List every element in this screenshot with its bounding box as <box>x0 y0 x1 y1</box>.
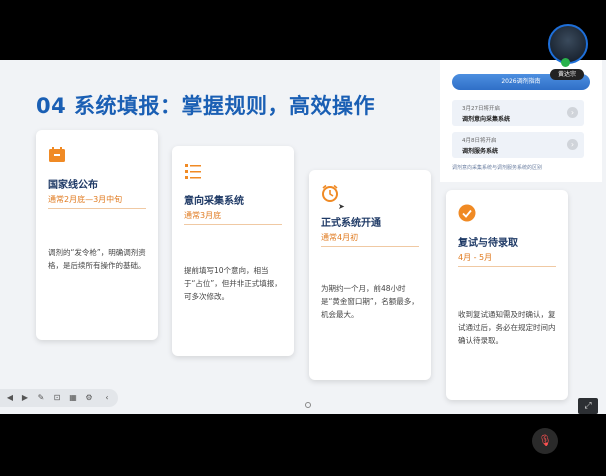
card-heading: 复试与待录取 <box>458 238 518 249</box>
preview-row-label: 调剂服务系统 <box>462 148 499 155</box>
mic-muted-icon[interactable]: 🎙 <box>532 428 558 454</box>
card-heading: 正式系统开通 <box>321 218 381 229</box>
list-icon <box>185 164 201 179</box>
card-heading: 国家线公布 <box>48 180 98 191</box>
preview-row[interactable]: 3月27日将开启 调剂意向采集系统 › <box>452 100 584 126</box>
next-slide-icon[interactable]: ▶ <box>19 392 31 404</box>
card-divider <box>321 246 419 247</box>
grid-view-icon[interactable]: ▦ <box>67 392 79 404</box>
card-intent-system: 意向采集系统 通常3月底 提前填写10个意向，相当于“占位”，但并非正式填报，可… <box>172 146 294 356</box>
participant-name: 黄达宗 <box>550 69 584 80</box>
card-divider <box>458 266 556 267</box>
settings-icon[interactable]: ⚙ <box>83 392 95 404</box>
chevron-right-icon: › <box>567 139 578 150</box>
page-indicator[interactable] <box>305 402 311 408</box>
card-national-line: 国家线公布 通常2月底—3月中旬 调剂的“发令枪”，明确调剂资格，是后续所有操作… <box>36 130 158 340</box>
card-divider <box>48 208 146 209</box>
card-body: 收到复试通知需及时确认，复试通过后，务必在规定时间内确认待录取。 <box>458 310 556 345</box>
card-subtitle: 通常4月初 <box>321 233 359 242</box>
pen-icon[interactable]: ✎ <box>35 392 47 404</box>
fullscreen-icon[interactable]: ⤢ <box>578 398 598 414</box>
alarm-clock-icon <box>322 184 338 202</box>
card-heading: 意向采集系统 <box>184 196 244 207</box>
preview-row-label: 调剂意向采集系统 <box>462 116 511 123</box>
card-subtitle: 4月 - 5月 <box>458 253 493 262</box>
preview-footer: 调剂意向采集系统与调剂服务系统的区别 <box>452 165 543 171</box>
presentation-toolbar: ◀ ▶ ✎ ⊡ ▦ ⚙ ‹ <box>0 389 118 407</box>
card-body: 提前填写10个意向，相当于“占位”，但并非正式填报，可多次修改。 <box>184 266 282 301</box>
collapse-toolbar-icon[interactable]: ‹ <box>101 392 113 404</box>
mic-active-icon <box>561 58 570 67</box>
mouse-cursor-icon: ➤ <box>338 202 345 211</box>
preview-row[interactable]: 4月8日将开启 调剂服务系统 › <box>452 132 584 158</box>
check-circle-icon <box>458 204 476 222</box>
chevron-right-icon: › <box>567 107 578 118</box>
card-subtitle: 通常2月底—3月中旬 <box>48 195 123 204</box>
card-divider <box>184 224 282 225</box>
slide-title: 04 系统填报：掌握规则，高效操作 <box>36 94 376 118</box>
card-retest-admission: 复试与待录取 4月 - 5月 收到复试通知需及时确认，复试通过后，务必在规定时间… <box>446 190 568 400</box>
preview-row-date: 3月27日将开启 <box>462 106 500 112</box>
card-subtitle: 通常3月底 <box>184 211 222 220</box>
zoom-icon[interactable]: ⊡ <box>51 392 63 404</box>
preview-row-date: 4月8日将开启 <box>462 138 497 144</box>
prev-slide-icon[interactable]: ◀ <box>4 392 16 404</box>
card-body: 调剂的“发令枪”，明确调剂资格，是后续所有操作的基础。 <box>48 248 146 270</box>
card-official-system: 正式系统开通 通常4月初 为期约一个月，前48小时是“黄金窗口期”，名额最多，机… <box>309 170 431 380</box>
card-body: 为期约一个月，前48小时是“黄金窗口期”，名额最多，机会最大。 <box>321 284 419 319</box>
calendar-icon <box>49 147 65 162</box>
